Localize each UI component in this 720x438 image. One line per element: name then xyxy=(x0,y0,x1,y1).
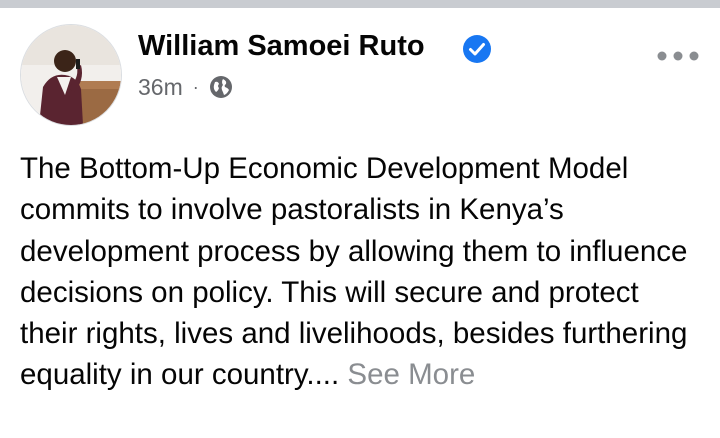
post-timestamp[interactable]: 36m xyxy=(138,74,183,101)
top-divider-strip xyxy=(0,0,720,8)
author-name[interactable]: William Samoei Ruto xyxy=(138,28,425,64)
post-text: The Bottom-Up Economic Development Model… xyxy=(20,148,700,396)
avatar[interactable] xyxy=(20,24,122,126)
post-text-content: The Bottom-Up Economic Development Model… xyxy=(20,152,688,392)
see-more-link[interactable]: See More xyxy=(347,358,475,391)
globe-icon[interactable] xyxy=(209,75,233,99)
more-horizontal-icon[interactable] xyxy=(656,48,700,64)
verified-badge-icon xyxy=(463,35,491,63)
avatar-photo xyxy=(21,25,121,125)
meta-separator: · xyxy=(192,76,199,97)
post-meta: 36m · xyxy=(138,72,233,102)
